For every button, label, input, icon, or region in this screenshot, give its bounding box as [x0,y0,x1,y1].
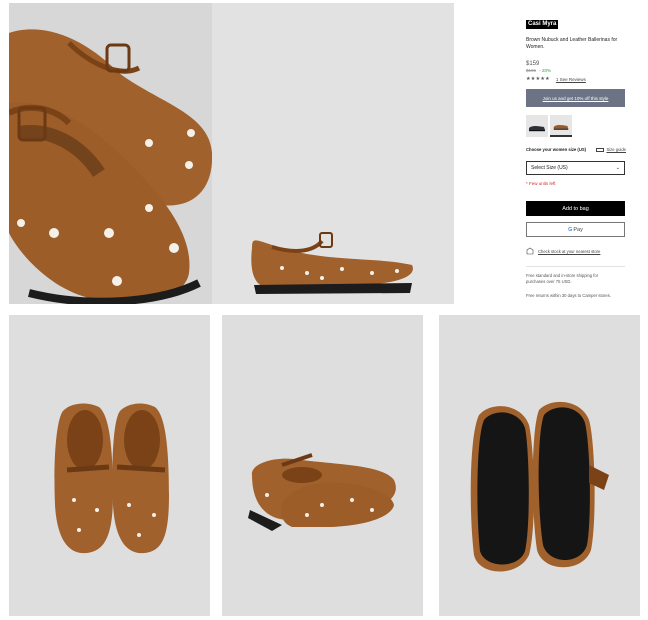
shipping-info: Free standard and in-store shipping for … [526,273,599,284]
product-image-closeup[interactable] [9,3,212,304]
product-image-back[interactable] [222,315,423,616]
size-guide-label: Size guide [606,147,626,152]
product-image-sole[interactable] [439,315,640,616]
size-select-value: Select Size (US) [531,165,568,171]
color-swatches [526,115,572,137]
product-name: Casi Myra [526,20,559,29]
product-info-panel: Casi Myra Brown Nubuck and Leather Balle… [526,12,626,82]
product-image-top[interactable] [9,315,210,616]
google-pay-button[interactable]: G Pay [526,222,625,237]
ruler-icon [596,147,605,152]
old-price-row: $165 - 20% [526,68,626,73]
divider [526,266,625,267]
returns-info: Free returns within 30 days to Camper st… [526,293,611,298]
store-icon [526,247,534,255]
join-promo-button[interactable]: Join us and get 10% off this style [526,89,625,107]
size-select[interactable]: Select Size (US) ⌄ [526,161,625,175]
star-rating-icon: ★★★★★ [526,76,550,82]
google-pay-label: Pay [573,226,583,233]
swatch-black[interactable] [526,115,548,137]
stock-warning: * Few units left [526,181,556,186]
size-header: Choose your women size (US) Size guide [526,147,626,152]
size-label: Choose your women size (US) [526,147,587,152]
store-stock-label: Check stock at your nearest store [538,248,601,254]
discount-badge: - 20% [539,68,552,73]
swatch-brown[interactable] [550,115,572,137]
old-price: $165 [526,68,537,73]
product-description: Brown Nubuck and Leather Ballerinas for … [526,37,618,50]
chevron-down-icon: ⌄ [615,165,620,171]
google-g-icon: G [568,226,573,233]
product-price: $159 [526,61,540,67]
product-image-side[interactable] [212,3,454,304]
see-reviews-link[interactable]: 1 See Reviews [556,77,586,82]
size-guide-link[interactable]: Size guide [596,147,626,152]
add-to-bag-button[interactable]: Add to bag [526,201,625,216]
store-stock-link[interactable]: Check stock at your nearest store [526,247,600,255]
rating-row: ★★★★★ 1 See Reviews [526,76,626,82]
